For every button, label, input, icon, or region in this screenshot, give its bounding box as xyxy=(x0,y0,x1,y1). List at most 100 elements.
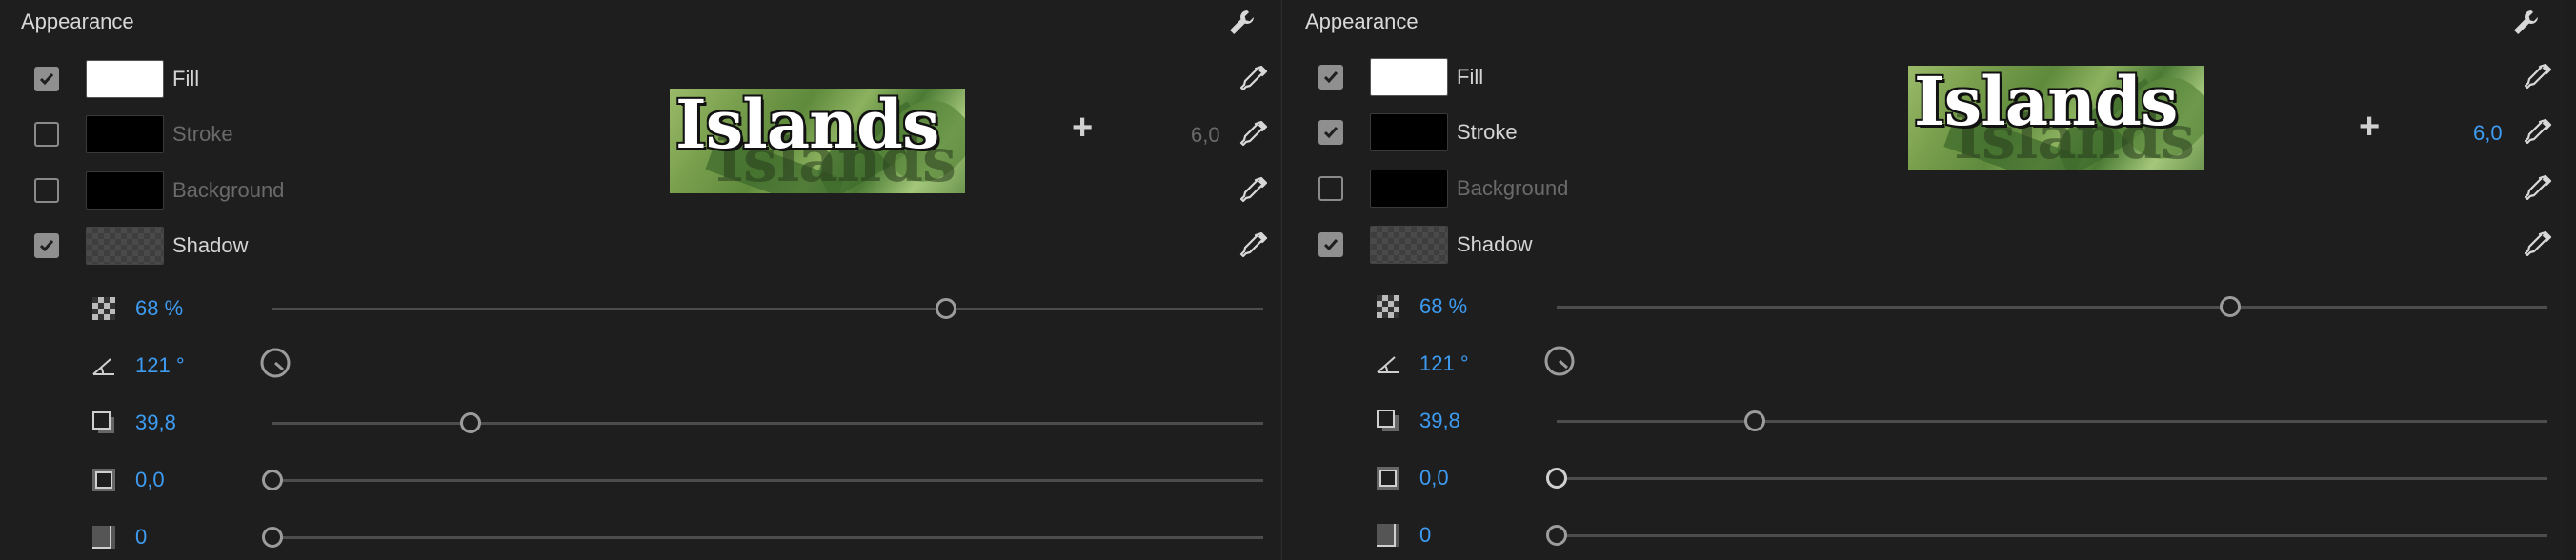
shadow-distance-slider[interactable] xyxy=(1557,420,2547,423)
size-icon xyxy=(1377,467,1399,490)
shadow-checkbox[interactable] xyxy=(1318,232,1343,257)
shadow-blur-value[interactable]: 0 xyxy=(1419,523,1431,548)
shadow-checkbox[interactable] xyxy=(34,233,59,258)
stroke-checkbox[interactable] xyxy=(1318,120,1343,145)
background-checkbox[interactable] xyxy=(34,178,59,203)
shadow-color-swatch[interactable] xyxy=(1370,226,1448,264)
eyedropper-icon[interactable] xyxy=(1238,119,1269,150)
background-row: Background xyxy=(0,167,1281,214)
shadow-angle-row: 121 ° xyxy=(1284,339,2566,387)
fill-row: Fill xyxy=(0,55,1281,103)
eyedropper-icon[interactable] xyxy=(1238,230,1269,261)
slider-knob[interactable] xyxy=(262,470,283,490)
fill-checkbox[interactable] xyxy=(1318,65,1343,90)
slider-knob[interactable] xyxy=(2220,296,2242,317)
eyedropper-icon[interactable] xyxy=(1238,64,1269,94)
add-icon[interactable]: + xyxy=(2359,107,2380,148)
shadow-blur-row: 0 xyxy=(0,512,1281,560)
check-icon xyxy=(39,73,54,86)
eyedropper-icon[interactable] xyxy=(2523,117,2553,148)
preview-text: Islands xyxy=(675,89,939,164)
shadow-label: Shadow xyxy=(1457,232,1533,256)
shadow-blur-row: 0 xyxy=(1284,510,2566,558)
size-icon xyxy=(92,469,115,491)
shadow-size-row: 0,0 xyxy=(0,455,1281,503)
panel-title: Appearance xyxy=(1305,10,1419,33)
background-checkbox[interactable] xyxy=(1318,176,1343,201)
check-icon xyxy=(1323,71,1338,84)
wrench-icon[interactable] xyxy=(2510,8,2541,38)
background-label: Background xyxy=(1457,176,1569,200)
shadow-distance-value[interactable]: 39,8 xyxy=(1419,409,1460,433)
stroke-color-swatch[interactable] xyxy=(86,115,164,153)
background-color-swatch[interactable] xyxy=(86,171,164,210)
shadow-distance-slider[interactable] xyxy=(272,422,1263,425)
stroke-width-value[interactable]: 6,0 xyxy=(1191,123,1220,148)
fill-label: Fill xyxy=(172,67,200,90)
fill-checkbox[interactable] xyxy=(34,67,59,91)
eyedropper-icon[interactable] xyxy=(2523,173,2553,204)
slider-knob[interactable] xyxy=(262,527,283,548)
appearance-panel-right: Appearance Fill Stroke 6,0 Background Sh… xyxy=(1284,0,2566,560)
stroke-checkbox[interactable] xyxy=(34,122,59,147)
angle-dial[interactable] xyxy=(1543,345,1576,377)
shadow-distance-row: 39,8 xyxy=(0,398,1281,446)
shadow-distance-value[interactable]: 39,8 xyxy=(135,410,176,435)
fill-color-swatch[interactable] xyxy=(1370,58,1448,96)
text-style-preview: Islands Islands xyxy=(670,89,965,193)
eyedropper-icon[interactable] xyxy=(2523,230,2553,260)
text-style-preview: Islands Islands xyxy=(1908,66,2204,170)
stroke-color-swatch[interactable] xyxy=(1370,113,1448,151)
shadow-row: Shadow xyxy=(0,222,1281,270)
shadow-angle-value[interactable]: 121 ° xyxy=(1419,351,1469,376)
background-row: Background xyxy=(1284,165,2566,212)
stroke-width-value[interactable]: 6,0 xyxy=(2473,121,2503,146)
slider-knob[interactable] xyxy=(1546,525,1567,546)
distance-icon xyxy=(92,411,114,433)
shadow-row: Shadow xyxy=(1284,221,2566,269)
slider-knob[interactable] xyxy=(460,412,481,433)
opacity-icon xyxy=(1377,295,1399,318)
angle-dial[interactable] xyxy=(259,347,292,379)
background-color-swatch[interactable] xyxy=(1370,170,1448,208)
angle-icon xyxy=(92,358,114,375)
add-icon[interactable]: + xyxy=(1072,108,1093,149)
stroke-label: Stroke xyxy=(1457,120,1518,144)
shadow-color-swatch[interactable] xyxy=(86,227,164,265)
shadow-opacity-slider[interactable] xyxy=(272,308,1263,310)
check-icon xyxy=(39,240,54,252)
wrench-icon[interactable] xyxy=(1226,8,1257,38)
shadow-blur-slider[interactable] xyxy=(1557,534,2547,537)
appearance-panel-left: Appearance Fill Stroke 6,0 Background Sh… xyxy=(0,0,1281,560)
eyedropper-icon[interactable] xyxy=(1238,175,1269,206)
slider-knob[interactable] xyxy=(936,298,957,319)
shadow-size-value[interactable]: 0,0 xyxy=(135,468,165,492)
shadow-opacity-row: 68 % xyxy=(0,284,1281,331)
slider-knob[interactable] xyxy=(1546,468,1567,489)
shadow-distance-row: 39,8 xyxy=(1284,396,2566,444)
eyedropper-icon[interactable] xyxy=(2523,62,2553,92)
shadow-opacity-slider[interactable] xyxy=(1557,306,2547,309)
opacity-icon xyxy=(92,297,115,320)
angle-icon xyxy=(1377,356,1399,373)
stroke-label: Stroke xyxy=(172,122,233,146)
shadow-opacity-row: 68 % xyxy=(1284,282,2566,330)
fill-color-swatch[interactable] xyxy=(86,60,164,98)
shadow-blur-value[interactable]: 0 xyxy=(135,525,147,550)
shadow-size-slider[interactable] xyxy=(272,479,1263,482)
check-icon xyxy=(1323,127,1338,139)
check-icon xyxy=(1323,239,1338,251)
fill-label: Fill xyxy=(1457,65,1484,89)
shadow-blur-slider[interactable] xyxy=(272,536,1263,539)
shadow-angle-row: 121 ° xyxy=(0,341,1281,389)
panel-title: Appearance xyxy=(21,10,134,33)
shadow-size-value[interactable]: 0,0 xyxy=(1419,466,1449,490)
slider-knob[interactable] xyxy=(1744,410,1765,431)
shadow-opacity-value[interactable]: 68 % xyxy=(135,296,183,321)
shadow-angle-value[interactable]: 121 ° xyxy=(135,353,185,378)
shadow-size-slider[interactable] xyxy=(1557,477,2547,480)
panel-divider[interactable] xyxy=(1281,0,1282,560)
shadow-size-row: 0,0 xyxy=(1284,453,2566,501)
shadow-opacity-value[interactable]: 68 % xyxy=(1419,294,1467,319)
distance-icon xyxy=(1377,410,1399,431)
